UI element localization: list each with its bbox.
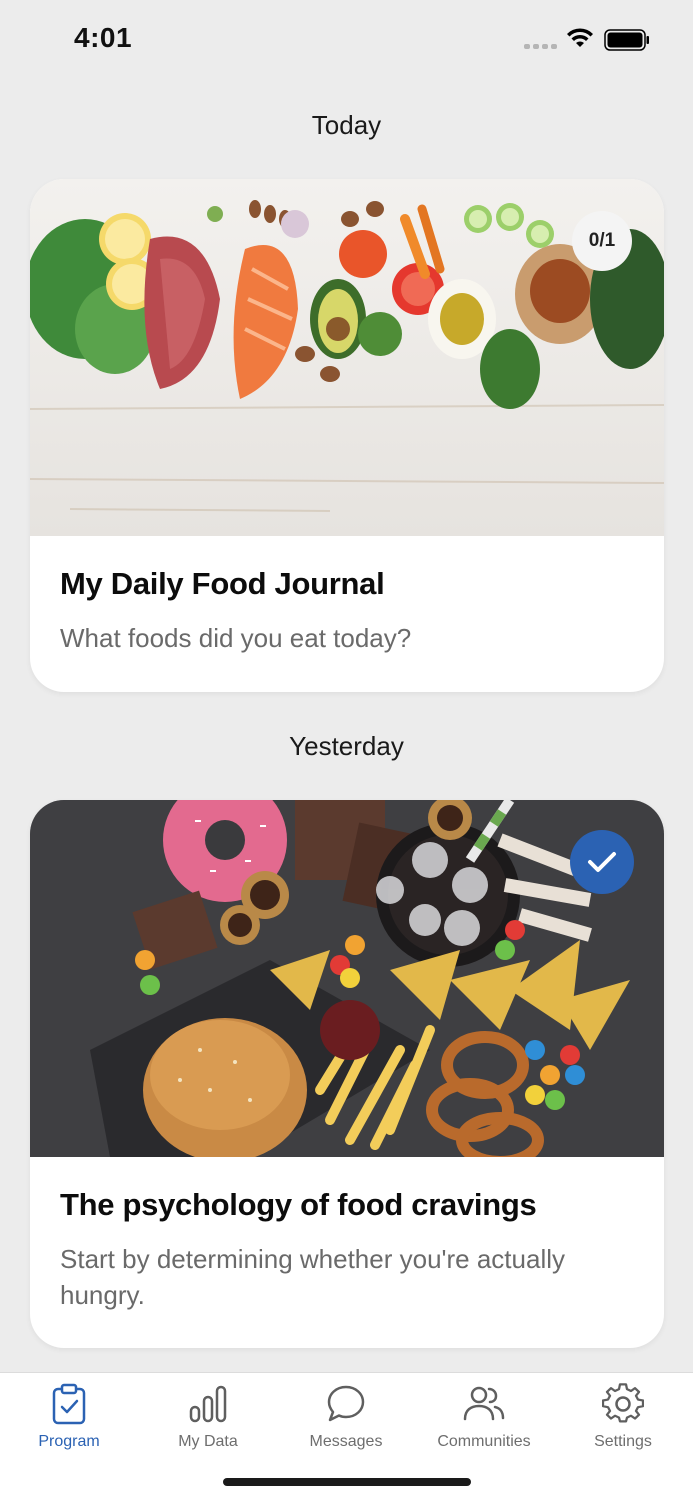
progress-badge: 0/1: [572, 211, 632, 271]
food-journal-card[interactable]: 0/1 My Daily Food Journal What foods did…: [30, 179, 664, 692]
card-subtitle: What foods did you eat today?: [60, 623, 412, 653]
gear-icon: [602, 1383, 644, 1423]
card-title: My Daily Food Journal: [60, 566, 385, 601]
status-time: 4:01: [74, 22, 133, 53]
tab-messages[interactable]: Messages: [277, 1383, 415, 1451]
section-heading-yesterday: Yesterday: [289, 731, 404, 761]
tab-program[interactable]: Program: [0, 1383, 138, 1451]
battery-icon: [604, 29, 649, 51]
tab-label: Settings: [594, 1433, 652, 1450]
completed-check-badge: [570, 830, 634, 894]
people-icon: [463, 1386, 505, 1421]
card-subtitle: Start by determining whether you're actu…: [60, 1244, 565, 1310]
chat-bubble-icon: [327, 1385, 365, 1422]
home-indicator: [223, 1478, 471, 1486]
bar-chart-icon: [189, 1385, 227, 1423]
clipboard-check-icon: [52, 1383, 86, 1425]
junk-food-image: [30, 800, 664, 1157]
tab-my-data[interactable]: My Data: [139, 1383, 277, 1451]
tab-label: Program: [38, 1433, 100, 1450]
section-heading-today: Today: [311, 110, 382, 140]
card-title: The psychology of food cravings: [60, 1187, 537, 1222]
tab-label: Messages: [309, 1433, 383, 1450]
tab-settings[interactable]: Settings: [554, 1383, 692, 1451]
food-cravings-card[interactable]: The psychology of food cravings Start by…: [30, 800, 664, 1348]
status-bar: 4:01: [0, 0, 693, 80]
wifi-icon: [567, 28, 593, 47]
healthy-food-image: 0/1: [30, 179, 664, 536]
checkmark-icon: [588, 852, 616, 872]
tab-label: Communities: [437, 1433, 531, 1450]
tab-label: My Data: [178, 1433, 238, 1450]
tab-communities[interactable]: Communities: [415, 1383, 553, 1451]
cellular-signal-icon: [524, 44, 557, 49]
